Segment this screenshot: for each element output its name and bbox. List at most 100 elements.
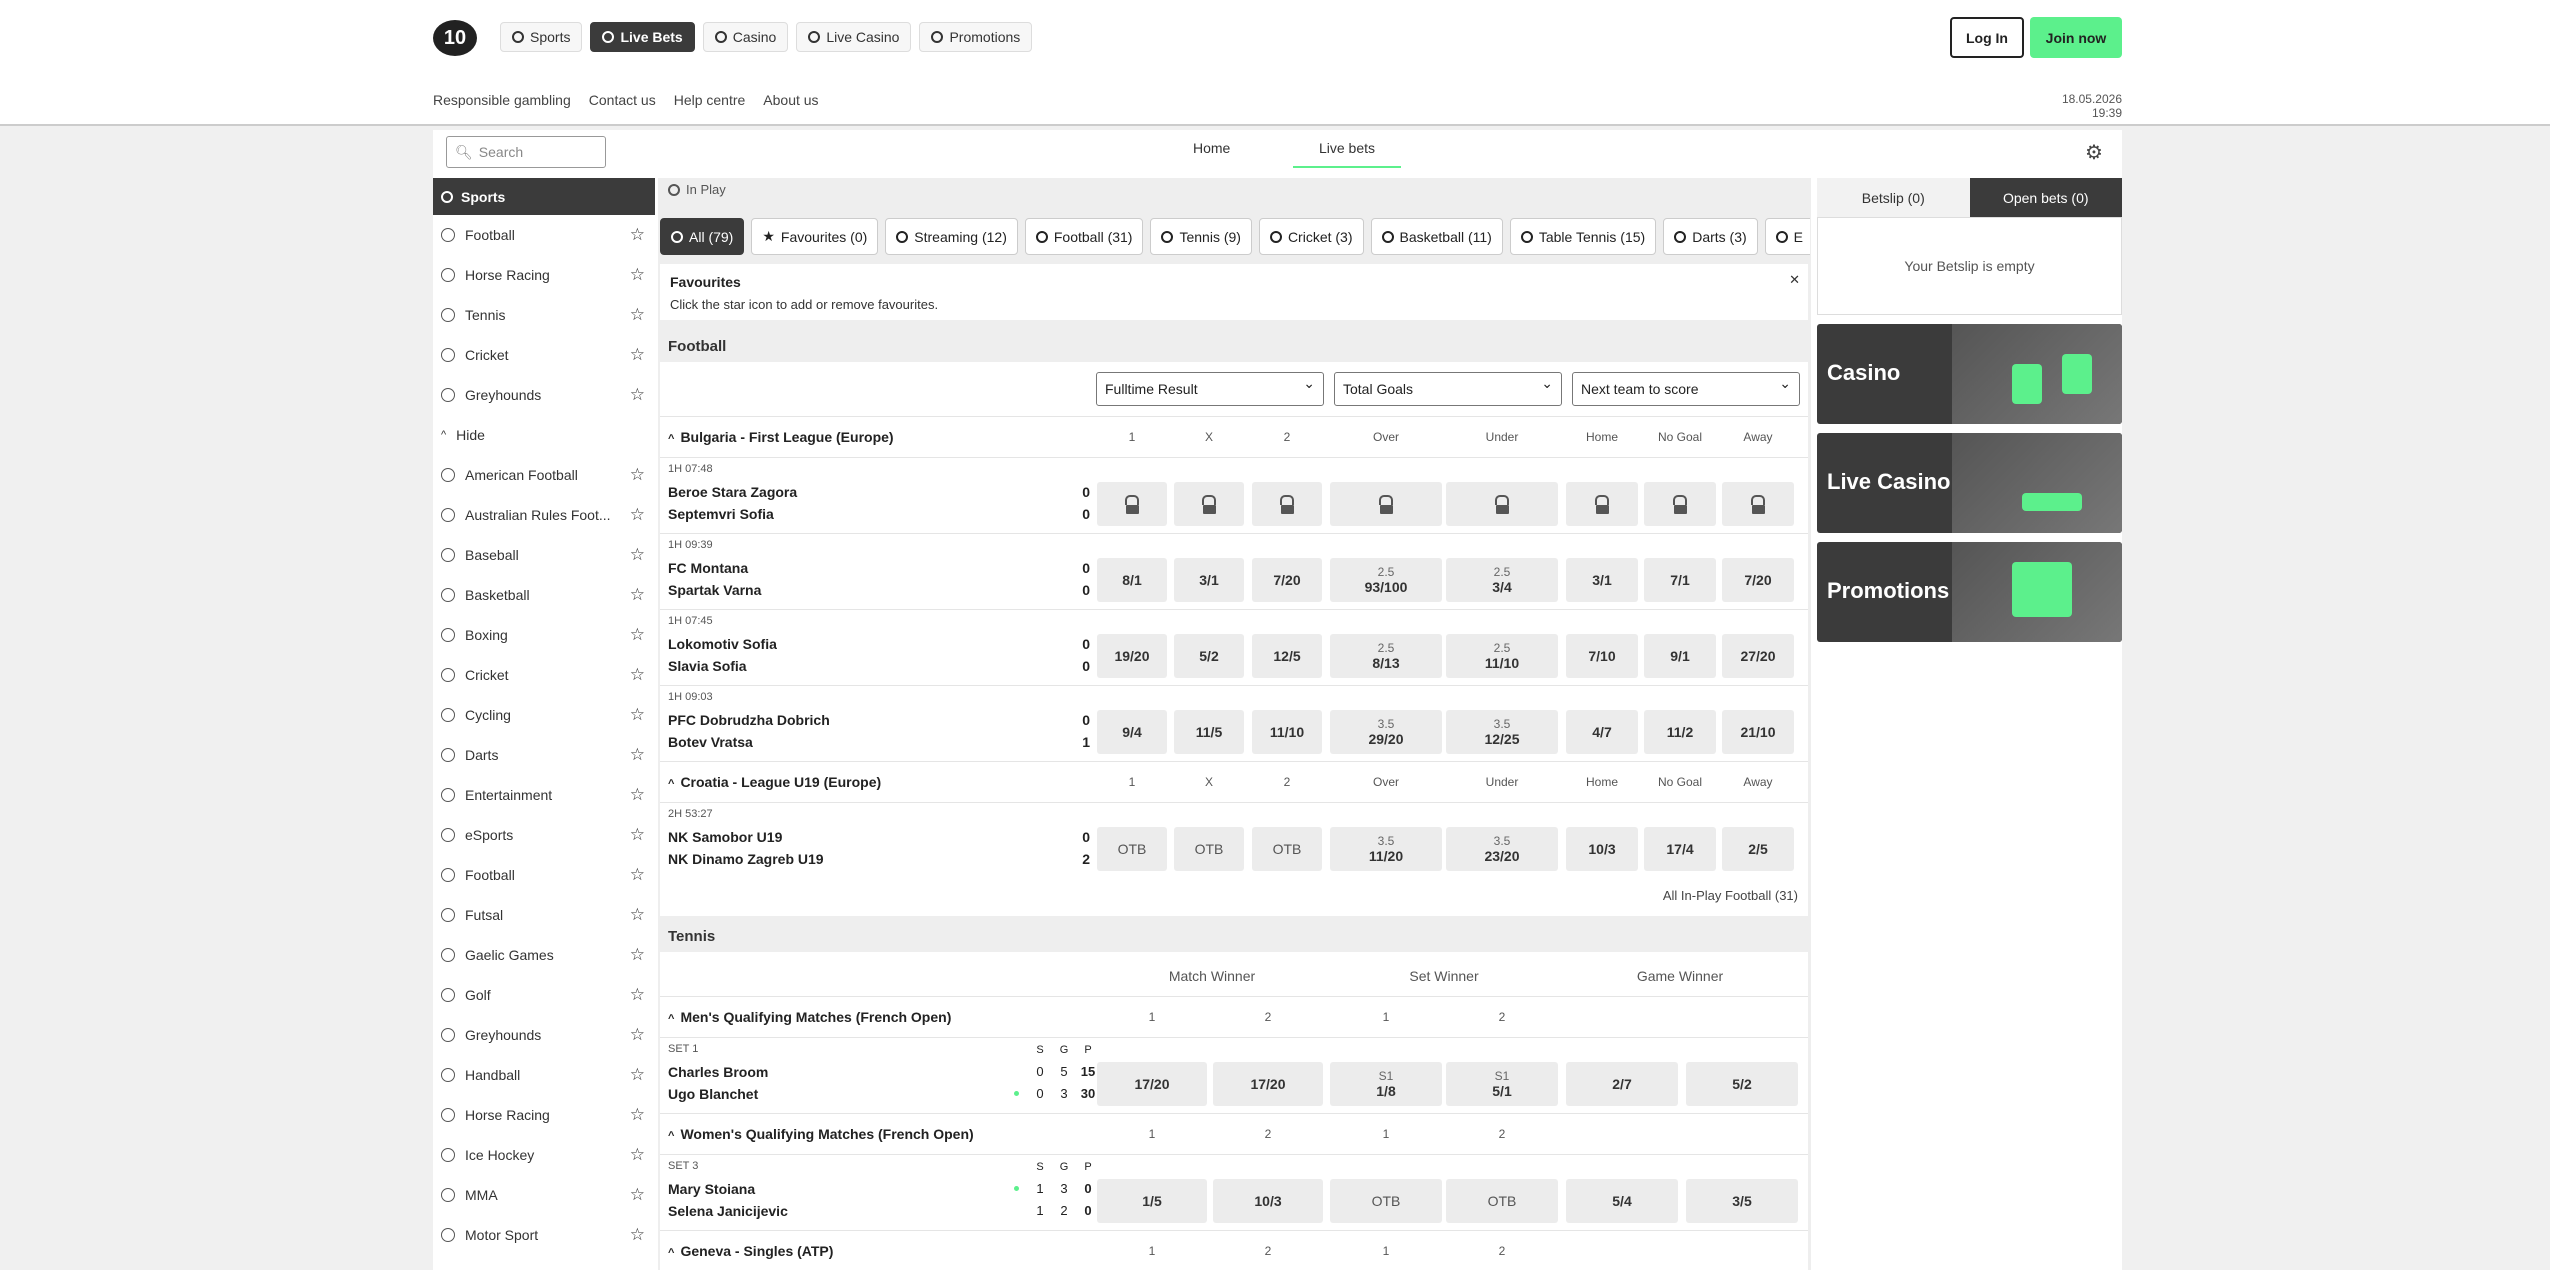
link-about[interactable]: About us (763, 92, 818, 108)
odds-button[interactable]: OTB (1446, 1179, 1558, 1223)
all-in-play-link[interactable]: All In-Play Football (31) (1663, 888, 1798, 903)
join-button[interactable]: Join now (2030, 17, 2122, 58)
home-team[interactable]: Beroe Stara Zagora (668, 484, 797, 500)
odds-button[interactable]: 7/20 (1722, 558, 1794, 602)
odds-button[interactable]: OTB (1252, 827, 1322, 871)
sidebar-item[interactable]: Darts ☆ (433, 735, 655, 775)
nav-casino[interactable]: Casino (702, 22, 789, 52)
sidebar-item[interactable]: Horse Racing ☆ (433, 1095, 655, 1135)
odds-button[interactable]: 19/20 (1097, 634, 1167, 678)
star-icon[interactable]: ☆ (630, 665, 645, 685)
star-icon[interactable]: ☆ (630, 305, 645, 325)
odds-button[interactable]: 12/5 (1252, 634, 1322, 678)
tab-betslip[interactable]: Betslip (0) (1817, 178, 1970, 217)
odds-button[interactable]: OTB (1097, 827, 1167, 871)
away-team[interactable]: NK Dinamo Zagreb U19 (668, 851, 824, 867)
odds-button[interactable]: 7/20 (1252, 558, 1322, 602)
star-icon[interactable]: ☆ (630, 745, 645, 765)
nav-live-bets[interactable]: Live Bets (590, 22, 695, 52)
sidebar-item[interactable]: Boxing ☆ (433, 615, 655, 655)
star-icon[interactable]: ☆ (630, 1105, 645, 1125)
league-header[interactable]: ^ Women's Qualifying Matches (French Open… (660, 1113, 1808, 1154)
star-icon[interactable]: ☆ (630, 825, 645, 845)
odds-button[interactable]: 7/10 (1566, 634, 1638, 678)
promo-casino[interactable]: Casino (1817, 324, 2122, 424)
odds-button[interactable]: 8/1 (1097, 558, 1167, 602)
odds-button[interactable]: 21/10 (1722, 710, 1794, 754)
away-player[interactable]: Selena Janicijevic (668, 1203, 788, 1219)
search-input[interactable]: 🔍︎ Search (446, 136, 606, 168)
odds-button[interactable]: 3/5 (1686, 1179, 1798, 1223)
star-icon[interactable]: ☆ (630, 465, 645, 485)
odds-button[interactable]: 27/20 (1722, 634, 1794, 678)
sidebar-item[interactable]: Australian Rules Foot... ☆ (433, 495, 655, 535)
odds-button[interactable]: OTB (1330, 1179, 1442, 1223)
star-icon[interactable]: ☆ (630, 545, 645, 565)
close-icon[interactable]: ✕ (1789, 272, 1800, 288)
odds-button[interactable]: 5/2 (1174, 634, 1244, 678)
sidebar-item[interactable]: Entertainment ☆ (433, 775, 655, 815)
odds-button[interactable]: 2/5 (1722, 827, 1794, 871)
market-select[interactable]: Next team to score (1572, 372, 1800, 406)
star-icon[interactable]: ☆ (630, 1065, 645, 1085)
odds-button[interactable]: S1 5/1 (1446, 1062, 1558, 1106)
home-team[interactable]: NK Samobor U19 (668, 829, 782, 845)
filter-chip[interactable]: Streaming (12) (885, 218, 1018, 255)
home-player[interactable]: Mary Stoiana (668, 1181, 755, 1197)
sidebar-item[interactable]: Baseball ☆ (433, 535, 655, 575)
sidebar-item[interactable]: Futsal ☆ (433, 895, 655, 935)
away-player[interactable]: Ugo Blanchet (668, 1086, 758, 1102)
logo[interactable]: 10 (433, 20, 477, 56)
link-help[interactable]: Help centre (674, 92, 746, 108)
odds-button[interactable]: 3.5 29/20 (1330, 710, 1442, 754)
sidebar-item[interactable]: Football ☆ (433, 215, 655, 255)
filter-chip[interactable]: All (79) (660, 218, 745, 255)
star-icon[interactable]: ☆ (630, 345, 645, 365)
filter-chip[interactable]: ★ Favourites (0) (751, 218, 879, 255)
sidebar-item[interactable]: Football ☆ (433, 855, 655, 895)
odds-button[interactable]: 2.5 93/100 (1330, 558, 1442, 602)
sidebar-item[interactable]: Basketball ☆ (433, 575, 655, 615)
sidebar-item[interactable]: Ice Hockey ☆ (433, 1135, 655, 1175)
tab-live-bets[interactable]: Live bets (1293, 140, 1401, 168)
filter-chip[interactable]: Tennis (9) (1150, 218, 1252, 255)
odds-button[interactable]: 17/4 (1644, 827, 1716, 871)
star-icon[interactable]: ☆ (630, 585, 645, 605)
odds-button[interactable]: 3.5 11/20 (1330, 827, 1442, 871)
star-icon[interactable]: ☆ (630, 225, 645, 245)
sidebar-hide[interactable]: ^ Hide (433, 415, 655, 455)
link-responsible-gambling[interactable]: Responsible gambling (433, 92, 571, 108)
odds-button[interactable]: 4/7 (1566, 710, 1638, 754)
league-header[interactable]: ^ Croatia - League U19 (Europe) 1 X 2 Over Und… (660, 761, 1808, 802)
home-team[interactable]: Lokomotiv Sofia (668, 636, 777, 652)
sidebar-item[interactable]: Horse Racing ☆ (433, 255, 655, 295)
link-contact[interactable]: Contact us (589, 92, 656, 108)
market-select[interactable]: Total Goals (1334, 372, 1562, 406)
sidebar-item[interactable]: Cricket ☆ (433, 335, 655, 375)
star-icon[interactable]: ☆ (630, 985, 645, 1005)
star-icon[interactable]: ☆ (630, 385, 645, 405)
sidebar-item[interactable]: MMA ☆ (433, 1175, 655, 1215)
login-button[interactable]: Log In (1950, 17, 2024, 58)
odds-button[interactable]: 9/4 (1097, 710, 1167, 754)
star-icon[interactable]: ☆ (630, 785, 645, 805)
odds-button[interactable]: 2.5 8/13 (1330, 634, 1442, 678)
nav-live-casino[interactable]: Live Casino (796, 22, 912, 52)
league-header[interactable]: ^ Geneva - Singles (ATP) 1 2 1 2 (660, 1230, 1808, 1270)
nav-sports[interactable]: Sports (500, 22, 583, 52)
promo-live-casino[interactable]: Live Casino (1817, 433, 2122, 533)
filter-chip[interactable]: Football (31) (1024, 218, 1144, 255)
home-player[interactable]: Charles Broom (668, 1064, 768, 1080)
filter-chip[interactable]: Cricket (3) (1258, 218, 1364, 255)
odds-button[interactable]: 7/1 (1644, 558, 1716, 602)
away-team[interactable]: Slavia Sofia (668, 658, 747, 674)
tab-open-bets[interactable]: Open bets (0) (1969, 178, 2122, 217)
odds-button[interactable]: 9/1 (1644, 634, 1716, 678)
sidebar-item[interactable]: eSports ☆ (433, 815, 655, 855)
odds-button[interactable]: 3.5 23/20 (1446, 827, 1558, 871)
star-icon[interactable]: ☆ (630, 1145, 645, 1165)
odds-button[interactable]: 2.5 3/4 (1446, 558, 1558, 602)
star-icon[interactable]: ☆ (630, 945, 645, 965)
league-header[interactable]: ^ Men's Qualifying Matches (French Open) 1… (660, 996, 1808, 1037)
sidebar-item[interactable]: Cycling ☆ (433, 695, 655, 735)
